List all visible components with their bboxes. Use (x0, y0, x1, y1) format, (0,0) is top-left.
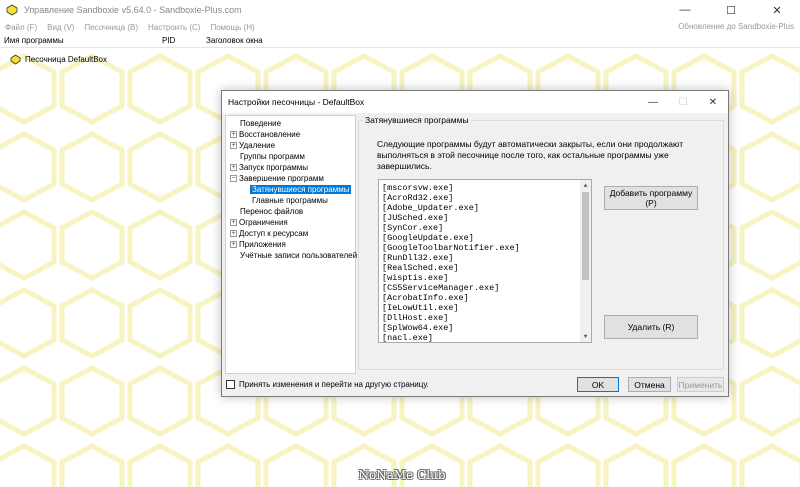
remove-program-button[interactable]: Удалить (R) (604, 315, 698, 339)
settings-tree: Поведение + Восстановление + Удаление Груп… (225, 115, 357, 374)
tree-item-resource-access[interactable]: + Доступ к ресурсам (230, 228, 308, 239)
apply-button: Применить (677, 377, 724, 392)
tree-item-delete[interactable]: + Удаление (230, 140, 275, 151)
list-item[interactable]: [AcroRd32.exe] (382, 193, 453, 203)
scrollbar-thumb[interactable] (582, 192, 589, 280)
list-item[interactable]: [CS5ServiceManager.exe] (382, 283, 499, 293)
list-item[interactable]: [wisptis.exe] (382, 273, 448, 283)
menu-file[interactable]: Файл (F) (0, 23, 42, 32)
list-item[interactable]: [AcrobatInfo.exe] (382, 293, 469, 303)
dialog-titlebar: Настройки песочницы - DefaultBox — ☐ ✕ (222, 91, 728, 113)
apply-on-page-change-checkbox[interactable] (226, 380, 235, 389)
list-item[interactable]: [JUSched.exe] (382, 213, 448, 223)
watermark: NoNaMe Club (358, 468, 446, 482)
column-program-name[interactable]: Имя программы (4, 36, 64, 45)
sandbox-settings-dialog: Настройки песочницы - DefaultBox — ☐ ✕ П… (221, 90, 729, 397)
close-button[interactable]: ✕ (754, 0, 800, 20)
list-item[interactable]: [RealSched.exe] (382, 263, 459, 273)
list-item[interactable]: [DllHost.exe] (382, 313, 448, 323)
dialog-minimize-button[interactable]: — (638, 91, 668, 113)
list-scrollbar[interactable]: ▲ ▼ (580, 180, 591, 342)
menu-upgrade-link[interactable]: Обновление до Sandboxie-Plus (678, 20, 794, 34)
expand-icon[interactable]: + (230, 241, 237, 249)
group-title: Затянувшиеся программы (363, 115, 471, 125)
tree-item-recovery[interactable]: + Восстановление (230, 129, 300, 140)
tree-item-program-groups[interactable]: Группы программ (240, 151, 305, 162)
menu-bar: Файл (F) Вид (V) Песочница (B) Настроить… (0, 20, 800, 34)
sandbox-row-defaultbox[interactable]: Песочница DefaultBox (10, 54, 107, 65)
menu-configure[interactable]: Настроить (C) (143, 23, 205, 32)
app-titlebar: Управление Sandboxie v5.64.0 - Sandboxie… (0, 0, 800, 20)
tree-item-applications[interactable]: + Приложения (230, 239, 286, 250)
window-controls: — ☐ ✕ (662, 0, 800, 20)
sandbox-label: Песочница DefaultBox (25, 55, 108, 64)
tree-item-restrictions[interactable]: + Ограничения (230, 217, 288, 228)
collapse-icon[interactable]: − (230, 175, 237, 183)
tree-item-behavior[interactable]: Поведение (240, 118, 281, 129)
expand-icon[interactable]: + (230, 164, 237, 172)
scroll-down-arrow-icon[interactable]: ▼ (580, 331, 591, 342)
expand-icon[interactable]: + (230, 230, 237, 238)
menu-view[interactable]: Вид (V) (42, 23, 79, 32)
column-window-title[interactable]: Заголовок окна (206, 36, 263, 45)
minimize-button[interactable]: — (662, 0, 708, 20)
list-item[interactable]: [GoogleToolbarNotifier.exe] (382, 243, 520, 253)
maximize-button[interactable]: ☐ (708, 0, 754, 20)
group-description: Следующие программы будут автоматически … (377, 139, 684, 171)
list-item[interactable]: [IeLowUtil.exe] (382, 303, 459, 313)
list-item[interactable]: [SplWow64.exe] (382, 323, 453, 333)
dialog-maximize-button: ☐ (678, 96, 688, 108)
list-item[interactable]: [SynCor.exe] (382, 223, 443, 233)
tree-item-user-accounts[interactable]: Учётные записи пользователей (240, 250, 357, 261)
expand-icon[interactable]: + (230, 142, 237, 150)
add-program-button[interactable]: Добавить программу (P) (604, 186, 698, 210)
list-item[interactable]: [mscorsvw.exe] (382, 183, 453, 193)
lingering-programs-list[interactable]: [mscorsvw.exe] [AcroRd32.exe] [Adobe_Upd… (378, 179, 592, 343)
apply-on-page-change-option[interactable]: Принять изменения и перейти на другую ст… (226, 380, 429, 389)
tree-item-lingering-programs[interactable]: Затянувшиеся программы (250, 184, 352, 195)
menu-sandbox[interactable]: Песочница (B) (79, 23, 143, 32)
list-item[interactable]: [nacl.exe] (382, 333, 433, 342)
lingering-programs-group: Затянувшиеся программы Следующие програм… (358, 115, 724, 370)
menu-help[interactable]: Помощь (H) (205, 23, 259, 32)
expand-icon[interactable]: + (230, 219, 237, 227)
tree-item-program-stop[interactable]: − Завершение программ (230, 173, 324, 184)
tree-item-file-migration[interactable]: Перенос файлов (240, 206, 303, 217)
scroll-up-arrow-icon[interactable]: ▲ (580, 180, 591, 191)
sandboxie-app-icon (6, 4, 18, 16)
dialog-window-controls: — ☐ ✕ (638, 91, 728, 113)
sandbox-icon (10, 54, 21, 65)
app-title: Управление Sandboxie v5.64.0 - Sandboxie… (24, 5, 242, 15)
column-pid[interactable]: PID (162, 36, 175, 45)
tree-item-leader-programs[interactable]: Главные программы (252, 195, 328, 206)
expand-icon[interactable]: + (230, 131, 237, 139)
tree-item-program-start[interactable]: + Запуск программы (230, 162, 308, 173)
list-item[interactable]: [GoogleUpdate.exe] (382, 233, 474, 243)
checkbox-label: Принять изменения и перейти на другую ст… (239, 380, 429, 389)
list-item[interactable]: [RunDll32.exe] (382, 253, 453, 263)
cancel-button[interactable]: Отмена (628, 377, 671, 392)
dialog-title: Настройки песочницы - DefaultBox (228, 97, 365, 107)
dialog-close-button[interactable]: ✕ (698, 91, 728, 113)
list-item[interactable]: [Adobe_Updater.exe] (382, 203, 479, 213)
column-header: Имя программы PID Заголовок окна (0, 34, 800, 48)
ok-button[interactable]: OK (577, 377, 619, 392)
